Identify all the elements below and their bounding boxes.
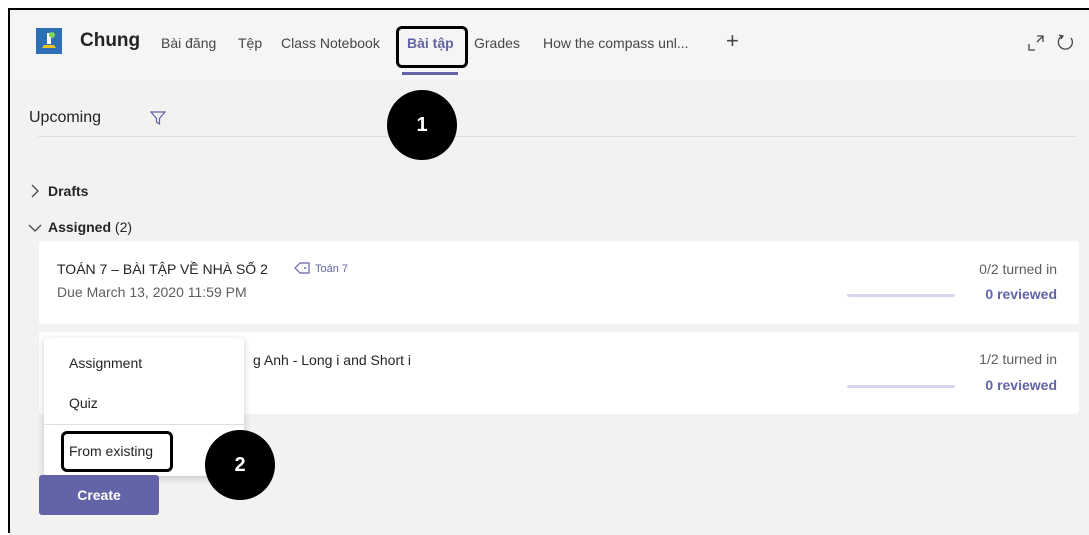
team-logo-icon	[36, 28, 62, 54]
create-button[interactable]: Create	[39, 475, 159, 515]
divider	[38, 136, 1077, 137]
assigned-section-header[interactable]: Assigned (2)	[48, 219, 132, 235]
teams-window: Chung Bài đăng Tệp Class Notebook Bài tậ…	[8, 8, 1089, 535]
drafts-label: Drafts	[48, 183, 89, 199]
turned-in-count: 0/2 turned in	[979, 261, 1057, 277]
tab-bai-dang[interactable]: Bài đăng	[161, 35, 216, 51]
menu-divider	[44, 424, 244, 425]
team-name[interactable]: Chung	[80, 30, 140, 52]
filter-label[interactable]: Upcoming	[29, 109, 101, 127]
tag-icon	[294, 262, 310, 274]
tab-grades[interactable]: Grades	[474, 35, 520, 51]
expand-icon[interactable]	[1027, 34, 1045, 52]
chevron-down-icon[interactable]	[28, 221, 42, 235]
assignment-title: g Anh - Long i and Short i	[253, 352, 411, 368]
tab-class-notebook[interactable]: Class Notebook	[281, 35, 380, 51]
assigned-count: (2)	[114, 219, 133, 235]
callout-badge-2: 2	[205, 430, 275, 500]
review-progress-bar	[847, 385, 955, 388]
menu-item-quiz[interactable]: Quiz	[69, 395, 98, 411]
filter-bar: Upcoming	[10, 80, 1089, 137]
tab-tep[interactable]: Tệp	[238, 35, 262, 51]
active-tab-indicator	[402, 72, 458, 75]
tab-how-the-compass[interactable]: How the compass unl...	[543, 35, 689, 51]
channel-header: Chung Bài đăng Tệp Class Notebook Bài tậ…	[10, 10, 1089, 80]
assignment-tag[interactable]: Toán 7	[315, 263, 348, 275]
turned-in-count: 1/2 turned in	[979, 351, 1057, 367]
review-progress-bar	[847, 294, 955, 297]
highlight-box-menu-item	[61, 431, 173, 472]
callout-badge-1: 1	[387, 90, 457, 160]
refresh-icon[interactable]	[1056, 32, 1076, 52]
add-tab-button[interactable]: +	[726, 28, 739, 54]
assigned-label: Assigned	[48, 219, 112, 235]
drafts-section-header[interactable]: Drafts	[48, 183, 88, 199]
assignment-card[interactable]: TOÁN 7 – BÀI TẬP VỀ NHÀ SỐ 2 Toán 7 Due …	[39, 241, 1079, 324]
menu-item-assignment[interactable]: Assignment	[69, 355, 142, 371]
reviewed-count[interactable]: 0 reviewed	[985, 286, 1057, 302]
assignment-title: TOÁN 7 – BÀI TẬP VỀ NHÀ SỐ 2	[57, 261, 268, 277]
assignment-due-date: Due March 13, 2020 11:59 PM	[57, 284, 247, 300]
chevron-right-icon[interactable]	[28, 184, 42, 198]
reviewed-count[interactable]: 0 reviewed	[985, 377, 1057, 393]
highlight-box-tab	[396, 26, 468, 68]
filter-icon[interactable]	[150, 110, 166, 126]
